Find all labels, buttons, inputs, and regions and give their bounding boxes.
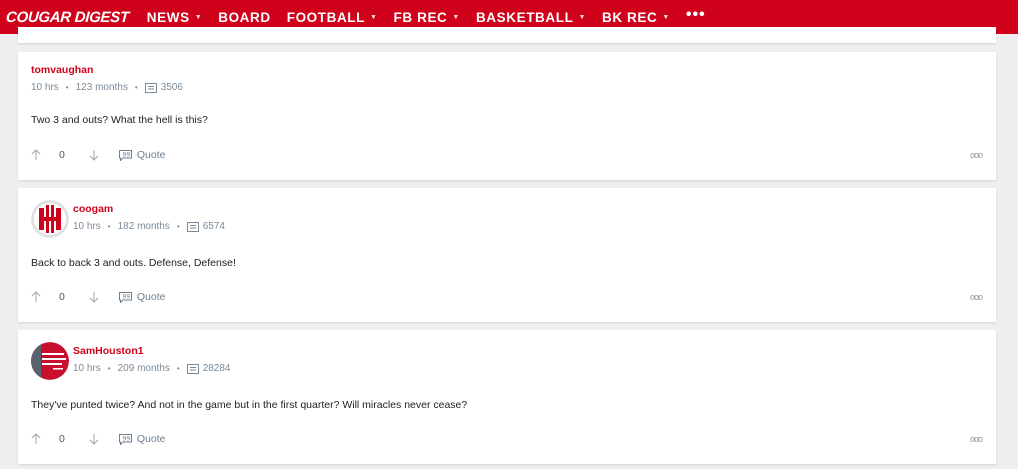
quote-button[interactable]: 99 Quote [118,149,166,161]
username-link[interactable]: tomvaughan [31,64,183,76]
avatar[interactable] [31,200,69,238]
svg-text:99: 99 [122,151,130,158]
post-actions: 0 99 Quote [31,433,165,445]
post-count: 3506 [160,82,183,93]
nav-board-label: BOARD [218,9,271,25]
post-author: tomvaughan 10 hrs • 123 months • 3506 [31,64,183,93]
svg-text:99: 99 [122,435,130,442]
caret-down-icon: ▼ [194,13,203,21]
post-author: SamHouston1 10 hrs • 209 months • 28284 [31,342,231,380]
posts-count-icon [186,363,199,374]
downvote-arrow-icon[interactable] [89,291,99,303]
post-options-icon[interactable]: ooo [970,434,983,444]
post-meta: 10 hrs • 182 months • 6574 [73,221,225,232]
meta-separator: • [65,83,69,92]
post-time: 10 hrs [73,363,101,374]
caret-down-icon: ▼ [452,13,460,21]
upvote-arrow-icon[interactable] [31,433,41,445]
post-card: coogam 10 hrs • 182 months • 6574 Back t… [18,188,996,322]
quote-button[interactable]: 99 Quote [118,433,166,445]
main-nav: NEWS ▼ BOARD FOOTBALL ▼ FB REC ▼ BASKETBALL… [147,6,706,25]
quote-icon: 99 [118,433,132,445]
quote-icon: 99 [118,291,132,303]
post-body: Back to back 3 and outs. Defense, Defens… [31,257,236,269]
post-actions: 0 99 Quote [31,291,165,303]
nav-basketball-label: BASKETBALL [475,9,574,25]
member-tenure: 209 months [117,363,170,374]
quote-label: Quote [136,149,166,161]
post-count: 6574 [202,221,225,232]
post-body: They've punted twice? And not in the gam… [31,399,468,411]
post-author: coogam 10 hrs • 182 months • 6574 [31,200,225,238]
post-count: 28284 [202,363,231,374]
nav-football-label: FOOTBALL [286,9,366,25]
posts-count-icon [144,82,157,93]
downvote-arrow-icon[interactable] [89,149,99,161]
meta-separator: • [176,222,180,231]
post-meta: 10 hrs • 123 months • 3506 [31,82,183,93]
meta-separator: • [176,364,180,373]
post-meta: 10 hrs • 209 months • 28284 [73,363,231,374]
nav-news[interactable]: NEWS ▼ [147,10,202,25]
post-time: 10 hrs [73,221,101,232]
post-actions: 0 99 Quote [31,149,165,161]
nav-basketball[interactable]: BASKETBALL ▼ [476,10,586,25]
nav-fb-rec-label: FB REC [393,9,448,25]
caret-down-icon: ▼ [578,13,586,21]
post-options-icon[interactable]: ooo [970,150,983,160]
quote-label: Quote [136,433,166,445]
site-logo[interactable]: COUGAR DIGEST [5,9,129,26]
author-meta: SamHouston1 10 hrs • 209 months • 28284 [73,345,231,380]
meta-separator: • [107,364,111,373]
member-tenure: 182 months [117,221,170,232]
meta-separator: • [134,83,138,92]
post-body: Two 3 and outs? What the hell is this? [31,114,208,126]
previous-post-card [18,27,996,43]
post-time: 10 hrs [31,82,59,93]
post-options-icon[interactable]: ooo [970,292,983,302]
quote-icon: 99 [118,149,132,161]
svg-text:99: 99 [122,293,130,300]
more-nav-icon[interactable]: ••• [686,6,706,24]
username-link[interactable]: SamHouston1 [73,345,231,357]
vote-score: 0 [59,149,65,161]
meta-separator: • [107,222,111,231]
downvote-arrow-icon[interactable] [89,433,99,445]
quote-label: Quote [136,291,166,303]
nav-bk-rec[interactable]: BK REC ▼ [602,10,670,25]
uh-logo-avatar-icon [31,200,69,238]
post-card: SamHouston1 10 hrs • 209 months • 28284 … [18,330,996,464]
caret-down-icon: ▼ [662,13,670,21]
vote-score: 0 [59,291,65,303]
nav-board[interactable]: BOARD [218,10,271,25]
posts-count-icon [186,221,199,232]
upvote-arrow-icon[interactable] [31,149,41,161]
avatar[interactable] [31,342,69,380]
username-link[interactable]: coogam [73,203,225,215]
nav-football[interactable]: FOOTBALL ▼ [287,10,378,25]
nav-bk-rec-label: BK REC [601,9,658,25]
nav-news-label: NEWS [146,9,190,25]
author-meta: tomvaughan 10 hrs • 123 months • 3506 [31,64,183,93]
quote-button[interactable]: 99 Quote [118,291,166,303]
photo-avatar-icon [31,342,69,380]
member-tenure: 123 months [75,82,128,93]
nav-fb-rec[interactable]: FB REC ▼ [394,10,460,25]
caret-down-icon: ▼ [370,13,378,21]
upvote-arrow-icon[interactable] [31,291,41,303]
author-meta: coogam 10 hrs • 182 months • 6574 [73,203,225,238]
post-card: tomvaughan 10 hrs • 123 months • 3506 Tw… [18,52,996,180]
vote-score: 0 [59,433,65,445]
